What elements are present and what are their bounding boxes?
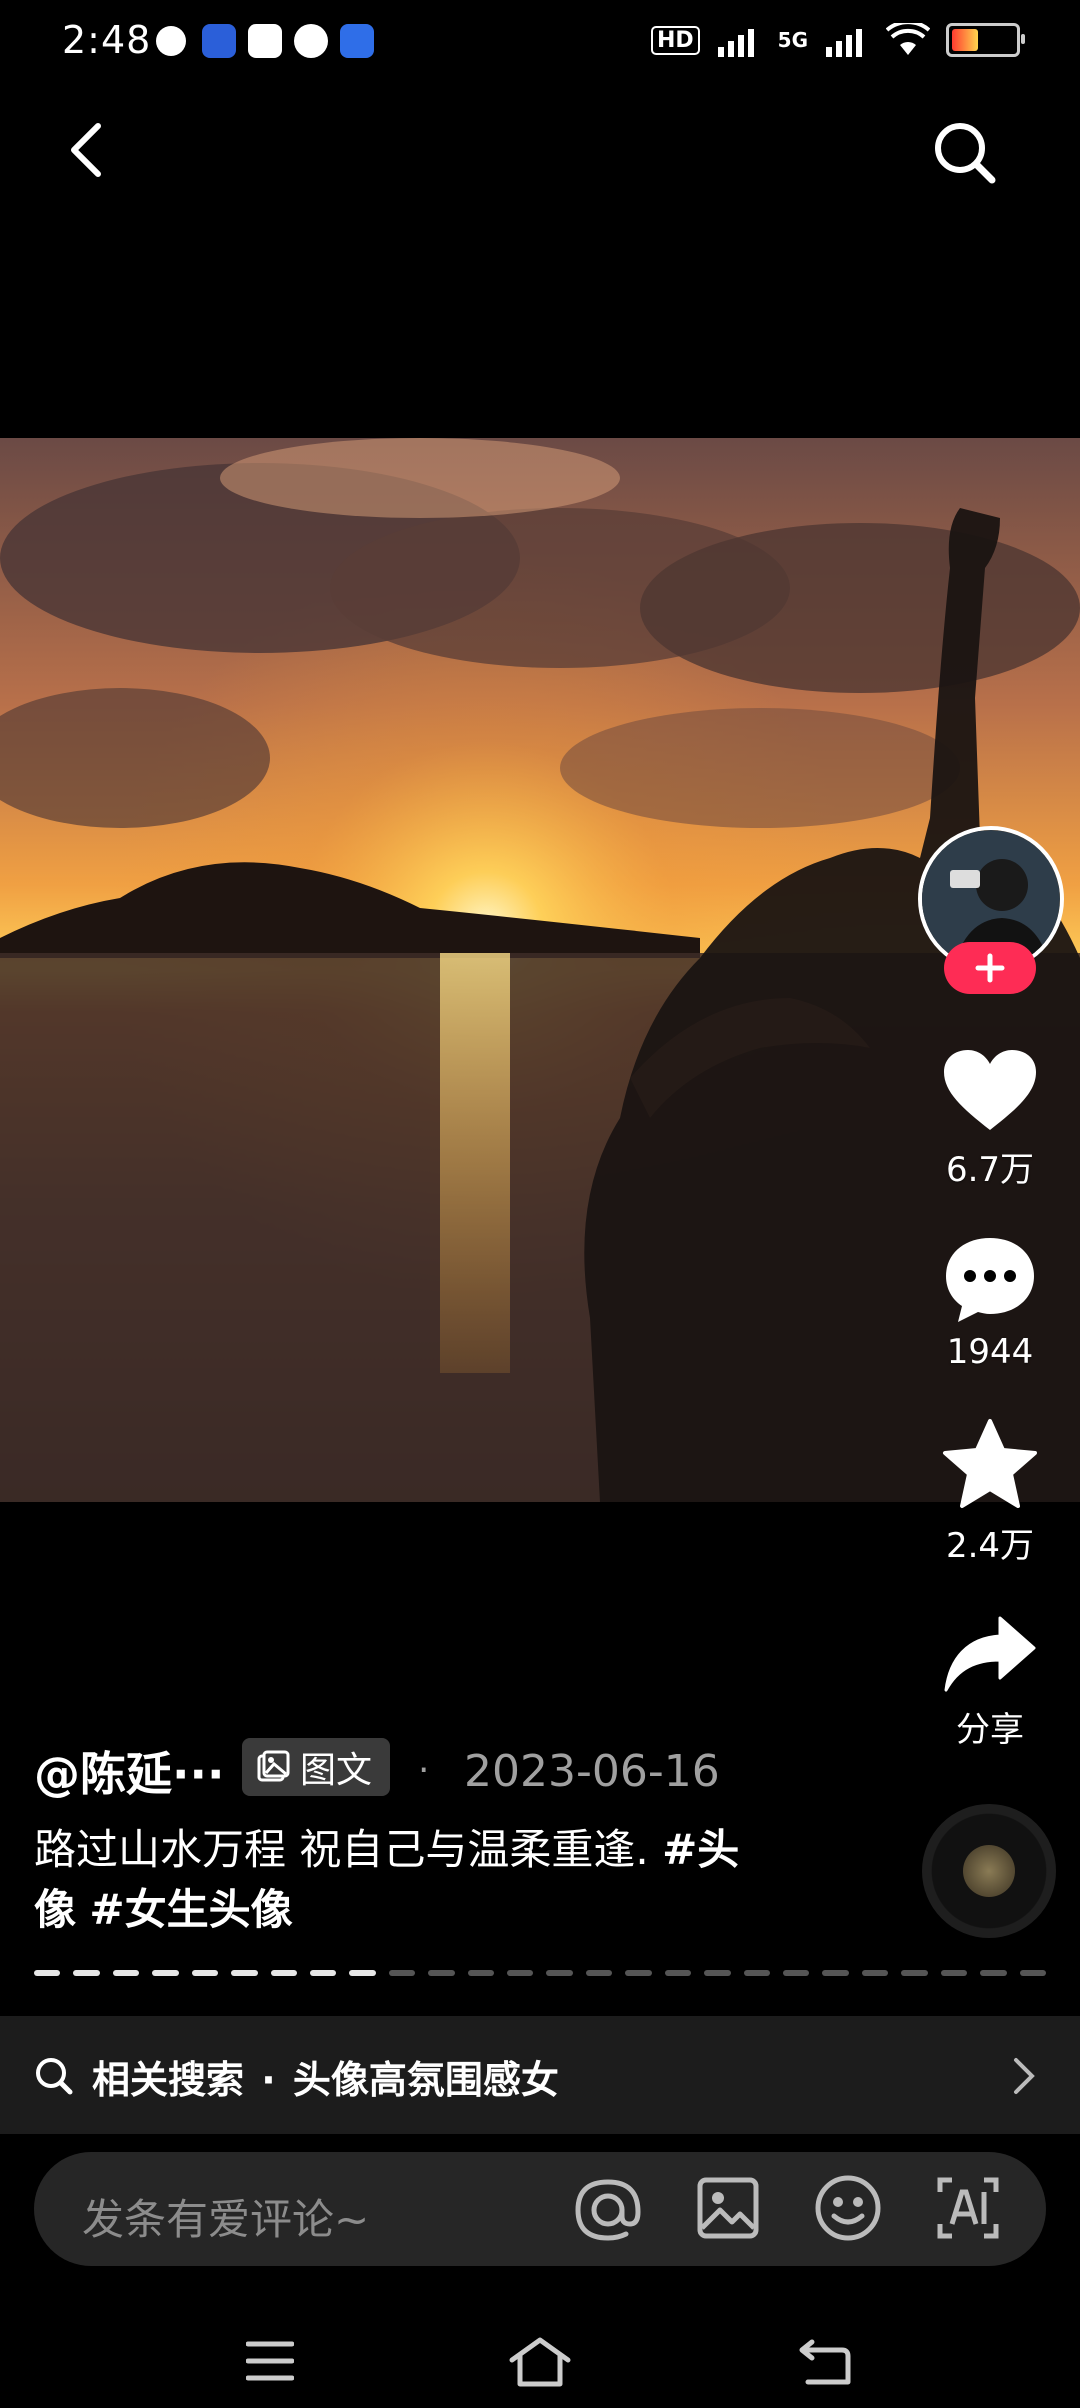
notification-app-icon [202,24,236,58]
progress-dash [152,1970,179,1976]
notification-app-icon [156,26,186,56]
5g-label: 5G [777,28,808,52]
progress-dash [822,1970,849,1976]
notification-app-icon [340,24,374,58]
home-icon[interactable] [508,2336,572,2388]
signal-icon [717,29,754,57]
chevron-right-icon [1014,2058,1035,2094]
search-icon [36,2058,73,2095]
progress-dash [704,1970,731,1976]
progress-dash [940,1970,968,1976]
progress-dash [546,1970,573,1976]
menu-icon[interactable] [246,2340,294,2382]
separator-dot: · [418,1750,430,1791]
image-progress-indicator [34,1970,1046,1976]
share-label: 分享 [956,1710,1024,1750]
progress-dash [428,1970,455,1976]
search-icon[interactable] [930,118,1000,188]
progress-dash [231,1970,258,1976]
progress-dash [664,1970,692,1976]
post-type-label: 图文 [300,1750,373,1791]
progress-dash [980,1970,1007,1976]
related-search-prefix: 相关搜索 [92,2058,245,2102]
comment-count: 1944 [946,1332,1034,1372]
emoji-icon[interactable] [814,2174,882,2242]
comment-input[interactable]: 发条有爱评论~ [82,2186,369,2247]
post-image[interactable] [0,438,1080,1502]
plus-icon [975,953,1005,983]
wifi-icon [886,23,930,55]
follow-button[interactable] [944,942,1036,994]
related-search-query: 头像高氛围感女 [292,2058,559,2102]
post-date: 2023-06-16 [464,1746,720,1797]
hd-network-label: HD [650,25,700,55]
post-caption: 路过山水万程 祝自己与温柔重逢. #头像 #女生头像 [34,1820,754,1940]
progress-dash [34,1970,61,1976]
related-search-text[interactable]: 相关搜索 · 头像高氛围感女 [92,2049,559,2104]
at-icon[interactable] [574,2176,642,2244]
sunset-photo [0,438,1080,1502]
progress-dash [191,1970,219,1976]
like-button[interactable]: 6.7万 [920,1048,1060,1191]
progress-dash [585,1970,613,1976]
comment-button[interactable]: 1944 [920,1234,1060,1372]
star-icon [943,1419,1037,1508]
progress-dash [625,1970,652,1976]
favorite-button[interactable]: 2.4万 [920,1418,1060,1567]
progress-dash [1019,1970,1046,1976]
like-count: 6.7万 [945,1150,1035,1190]
progress-dash [861,1970,889,1976]
image-icon[interactable] [696,2176,760,2240]
hashtag-link[interactable]: #女生头像 [89,1885,292,1934]
progress-dash [743,1970,771,1976]
ai-icon[interactable] [936,2176,1000,2240]
progress-dash [112,1970,140,1976]
battery-icon [946,23,1025,57]
share-button[interactable]: 分享 [920,1614,1060,1751]
status-bar: 2:48 HD 5G [0,0,1080,90]
status-right: HD 5G [650,20,1025,60]
comment-bubble-icon [946,1238,1034,1322]
image-text-icon [257,1750,290,1782]
progress-dash [73,1970,100,1976]
progress-dash [309,1970,337,1976]
notification-app-icon [248,24,282,58]
caption-text: 路过山水万程 祝自己与温柔重逢. [34,1825,663,1874]
post-type-badge: 图文 [242,1738,391,1796]
related-search-dot: · [261,2058,276,2102]
back-chevron-icon[interactable] [58,120,118,180]
progress-dash [467,1970,495,1976]
heart-icon [944,1050,1036,1130]
music-cover [963,1845,1015,1897]
progress-dash [507,1970,534,1976]
progress-dash [270,1970,297,1976]
author-name[interactable]: @陈延··· [34,1738,224,1804]
progress-dash [349,1970,376,1976]
progress-dash [901,1970,928,1976]
share-arrow-icon [944,1616,1036,1692]
favorite-count: 2.4万 [945,1526,1035,1566]
status-time: 2:48 [62,18,152,62]
notification-app-icon [294,24,328,58]
signal-icon [826,29,862,57]
return-icon[interactable] [798,2338,852,2386]
progress-dash [388,1970,416,1976]
progress-dash [783,1970,810,1976]
music-disc[interactable] [922,1804,1056,1938]
system-nav-bar [0,2300,1080,2408]
